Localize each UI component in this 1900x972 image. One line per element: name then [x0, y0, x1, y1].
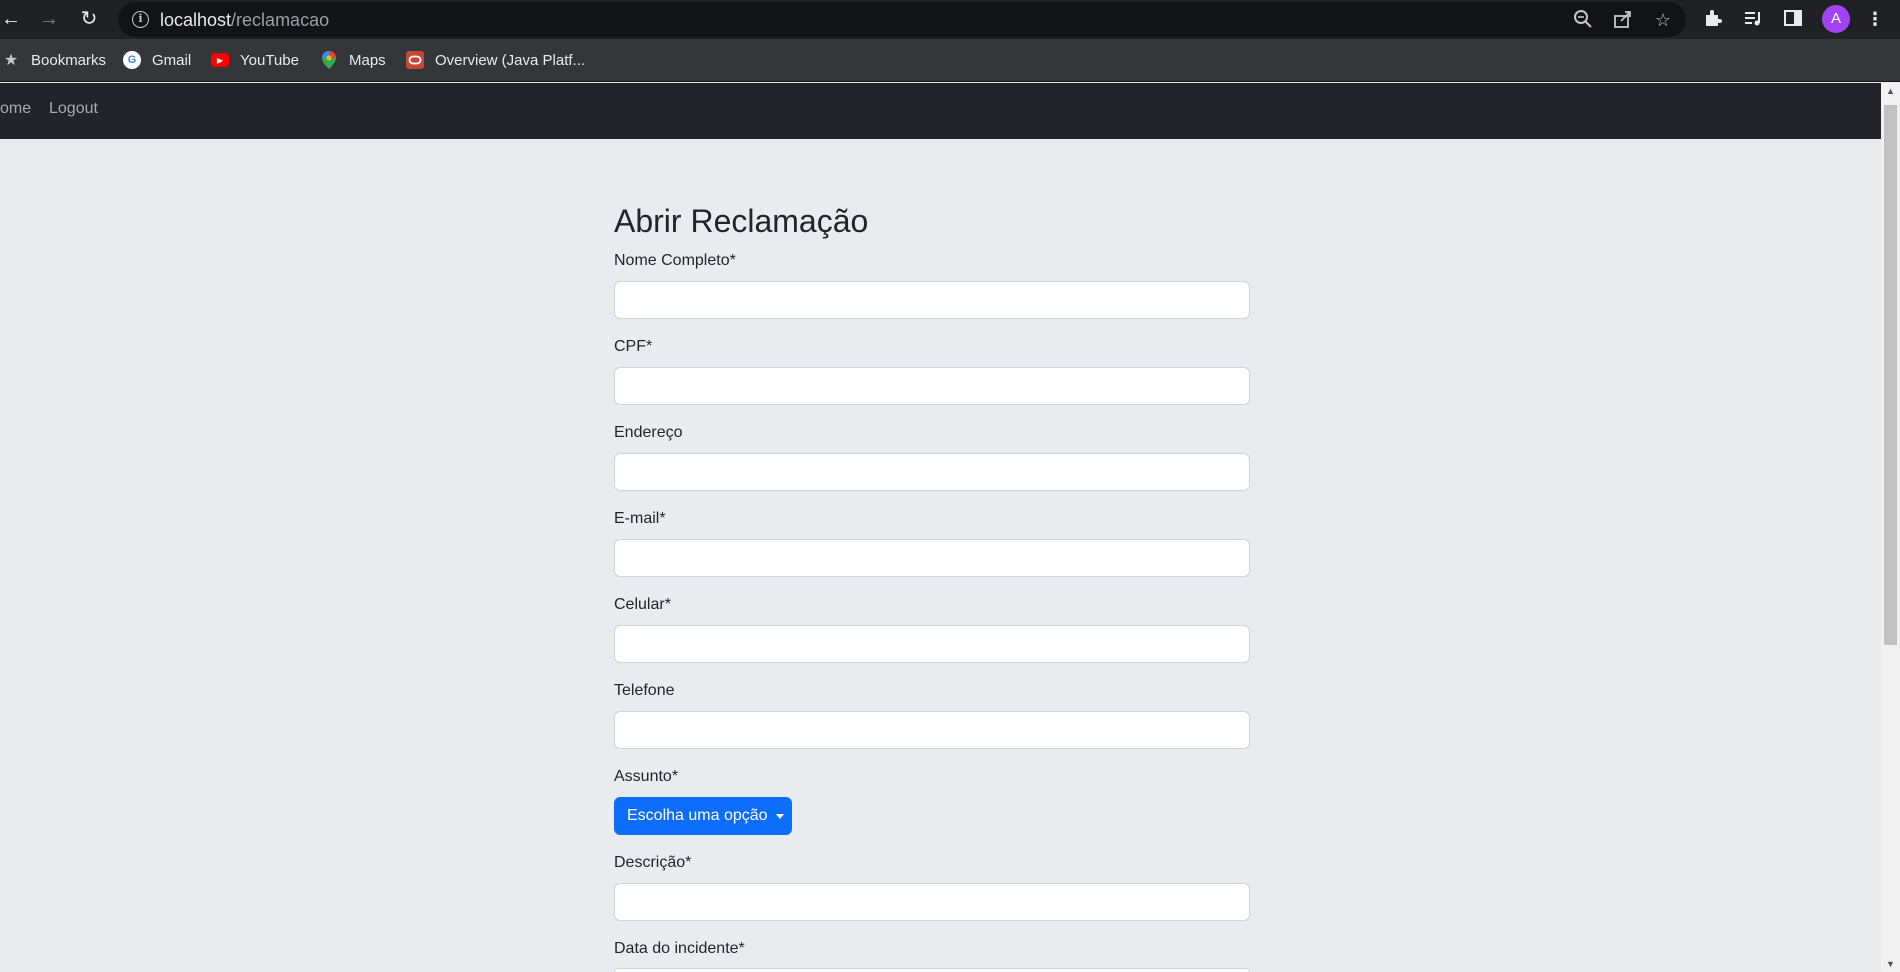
bookmark-label: Maps: [349, 51, 386, 69]
bookmark-label: YouTube: [240, 51, 299, 69]
descricao-input[interactable]: [614, 883, 1250, 921]
bookmarks-bar: ★ Bookmarks G Gmail ▶ YouTube Maps Overv…: [0, 39, 1900, 82]
google-icon: G: [123, 51, 141, 69]
endereco-input[interactable]: [614, 453, 1250, 491]
assunto-dropdown-button[interactable]: Escolha uma opção: [614, 797, 792, 835]
profile-avatar[interactable]: A: [1822, 5, 1850, 33]
email-label: E-mail*: [614, 510, 666, 527]
bookmark-youtube[interactable]: ▶ YouTube: [211, 49, 299, 71]
cpf-input[interactable]: [614, 367, 1250, 405]
bookmark-label: Overview (Java Platf...: [435, 51, 586, 69]
reload-icon[interactable]: ↻: [78, 8, 100, 30]
assunto-label: Assunto*: [614, 768, 679, 785]
telefone-label: Telefone: [614, 682, 675, 699]
zoom-icon[interactable]: [1572, 9, 1594, 31]
nome-completo-input[interactable]: [614, 281, 1250, 319]
side-panel-icon[interactable]: [1782, 8, 1804, 30]
bookmark-bookmarks[interactable]: ★ Bookmarks: [2, 49, 106, 71]
bookmark-overview-java[interactable]: Overview (Java Platf...: [406, 49, 585, 71]
url-path: /reclamacao: [231, 10, 330, 30]
cpf-label: CPF*: [614, 338, 653, 355]
celular-input[interactable]: [614, 625, 1250, 663]
endereco-label: Endereço: [614, 424, 683, 441]
forward-icon[interactable]: →: [38, 8, 60, 30]
nav-logout-link[interactable]: Logout: [49, 100, 98, 118]
bookmark-gmail[interactable]: G Gmail: [123, 49, 191, 71]
share-icon[interactable]: [1612, 9, 1634, 31]
assunto-dropdown-label: Escolha uma opção: [627, 807, 768, 824]
site-info-icon[interactable]: i: [132, 11, 149, 28]
nome-completo-label: Nome Completo*: [614, 252, 736, 269]
caret-down-icon: [775, 813, 784, 819]
data-incidente-label: Data do incidente*: [614, 940, 745, 957]
app-navbar: ome Logout: [0, 83, 1881, 139]
bookmark-label: Bookmarks: [31, 51, 107, 69]
address-bar[interactable]: i localhost/reclamacao ☆: [118, 2, 1686, 37]
descricao-label: Descrição*: [614, 854, 692, 871]
data-incidente-input[interactable]: [614, 968, 1250, 972]
star-icon[interactable]: ☆: [1652, 9, 1674, 31]
kebab-menu-icon[interactable]: ⋮: [1864, 8, 1886, 30]
url-host: localhost: [160, 10, 232, 30]
oracle-icon: [406, 51, 424, 69]
nav-home-link[interactable]: ome: [0, 100, 31, 118]
bookmark-label: Gmail: [152, 51, 192, 69]
maps-pin-icon: [320, 51, 338, 69]
puzzle-icon[interactable]: [1702, 8, 1724, 30]
page-title: Abrir Reclamação: [614, 203, 869, 239]
star-icon: ★: [3, 52, 19, 69]
telefone-input[interactable]: [614, 711, 1250, 749]
email-input[interactable]: [614, 539, 1250, 577]
browser-toolbar: ← → ↻ i localhost/reclamacao ☆ A ⋮: [0, 0, 1900, 39]
page-scrollbar[interactable]: ▲ ▼: [1881, 83, 1900, 972]
scroll-up-arrow-icon[interactable]: ▲: [1881, 83, 1900, 99]
scroll-thumb[interactable]: [1884, 105, 1897, 645]
media-queue-icon[interactable]: [1742, 8, 1764, 30]
youtube-icon: ▶: [211, 53, 229, 67]
bookmark-maps[interactable]: Maps: [320, 49, 386, 71]
back-icon[interactable]: ←: [0, 8, 22, 30]
scroll-down-arrow-icon[interactable]: ▼: [1881, 956, 1900, 972]
url-text[interactable]: localhost/reclamacao: [160, 10, 329, 31]
celular-label: Celular*: [614, 596, 671, 613]
